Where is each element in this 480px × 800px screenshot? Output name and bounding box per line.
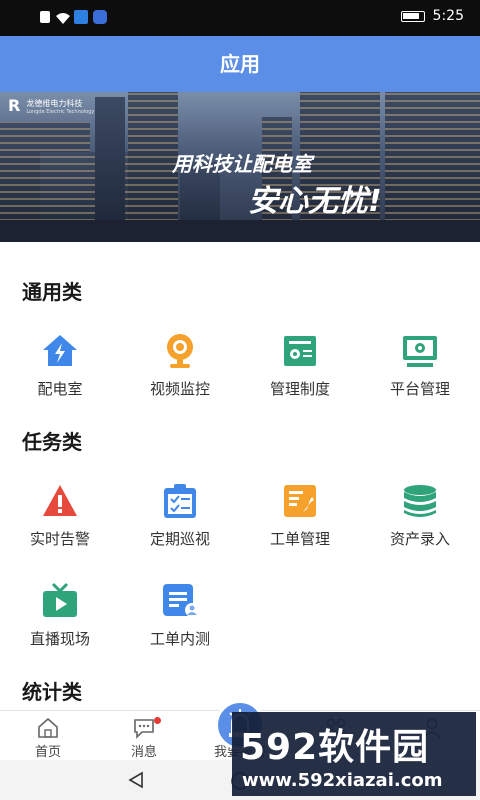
banner[interactable]: R 龙德维电力科技 Longde Electric Technology 用科技… (0, 92, 480, 242)
wrench-document-icon (284, 485, 316, 517)
tab-label: 消息 (130, 745, 157, 760)
app-tile-label: 直播现场 (29, 630, 90, 648)
app-tile-label: 工单管理 (269, 530, 330, 548)
banner-slogan-line1: 用科技让配电室 (172, 152, 312, 176)
status-time: 5:25 (432, 8, 464, 24)
shield-notification-icon (93, 10, 107, 24)
database-icon (404, 485, 436, 517)
logo-mark-icon: R (8, 96, 21, 115)
banner-slogan-line2: 安心无忧! (248, 184, 382, 219)
doc-user-icon (163, 584, 199, 617)
section-title-statistics: 统计类 (22, 680, 82, 704)
section-title-general: 通用类 (22, 280, 82, 304)
back-icon[interactable] (126, 770, 146, 790)
app-notification-icon (74, 10, 88, 24)
tab-label: 首页 (34, 745, 61, 760)
status-bar: 5:25 (0, 0, 480, 36)
app-tile-asset-entry[interactable]: 资产录入 (360, 476, 480, 564)
watermark-brand: 592软件园 (240, 727, 430, 768)
battery-icon (400, 10, 425, 22)
app-tile-label: 配电室 (37, 380, 83, 398)
company-subtitle: Longde Electric Technology (26, 109, 95, 115)
status-icons (40, 10, 107, 24)
wifi-icon (55, 10, 70, 24)
home-icon (38, 717, 58, 738)
tab-home[interactable]: 首页 (0, 711, 96, 761)
app-tile-label: 资产录入 (389, 530, 450, 548)
warning-triangle-icon (43, 485, 77, 516)
section-title-tasks: 任务类 (22, 430, 82, 454)
site-watermark: 592软件园 www.592xiazai.com (232, 712, 476, 796)
tab-messages[interactable]: 消息 (96, 711, 192, 761)
app-tile-label: 定期巡视 (149, 530, 210, 548)
unread-badge (154, 717, 161, 724)
webcam-icon (167, 334, 193, 368)
app-tile-label: 视频监控 (149, 380, 210, 398)
app-tile-realtime-alarm[interactable]: 实时告警 (0, 476, 120, 564)
company-name: 龙德维电力科技 (26, 99, 83, 108)
app-tile-management-rules[interactable]: 管理制度 (240, 326, 360, 414)
tv-play-icon (43, 582, 77, 617)
app-tile-live-scene[interactable]: 直播现场 (0, 576, 120, 664)
house-lightning-icon (43, 335, 77, 366)
app-tile-label: 平台管理 (389, 380, 450, 398)
app-tile-work-order-test[interactable]: 工单内测 (120, 576, 240, 664)
app-tile-label: 管理制度 (269, 380, 330, 398)
app-tile-label: 工单内测 (149, 630, 210, 648)
clipboard-check-icon (164, 484, 196, 518)
company-logo: R 龙德维电力科技 Longde Electric Technology (8, 96, 95, 116)
app-tile-video-monitoring[interactable]: 视频监控 (120, 326, 240, 414)
sim-icon (40, 11, 50, 23)
app-tile-label: 实时告警 (29, 530, 90, 548)
app-tile-periodic-inspection[interactable]: 定期巡视 (120, 476, 240, 564)
app-tile-distribution-room[interactable]: 配电室 (0, 326, 120, 414)
document-icon (284, 336, 316, 366)
page-title: 应用 (0, 36, 480, 92)
app-tile-platform-management[interactable]: 平台管理 (360, 326, 480, 414)
monitor-gear-icon (403, 336, 437, 367)
chat-icon (134, 719, 154, 739)
app-tile-work-order-management[interactable]: 工单管理 (240, 476, 360, 564)
watermark-url: www.592xiazai.com (242, 770, 443, 791)
